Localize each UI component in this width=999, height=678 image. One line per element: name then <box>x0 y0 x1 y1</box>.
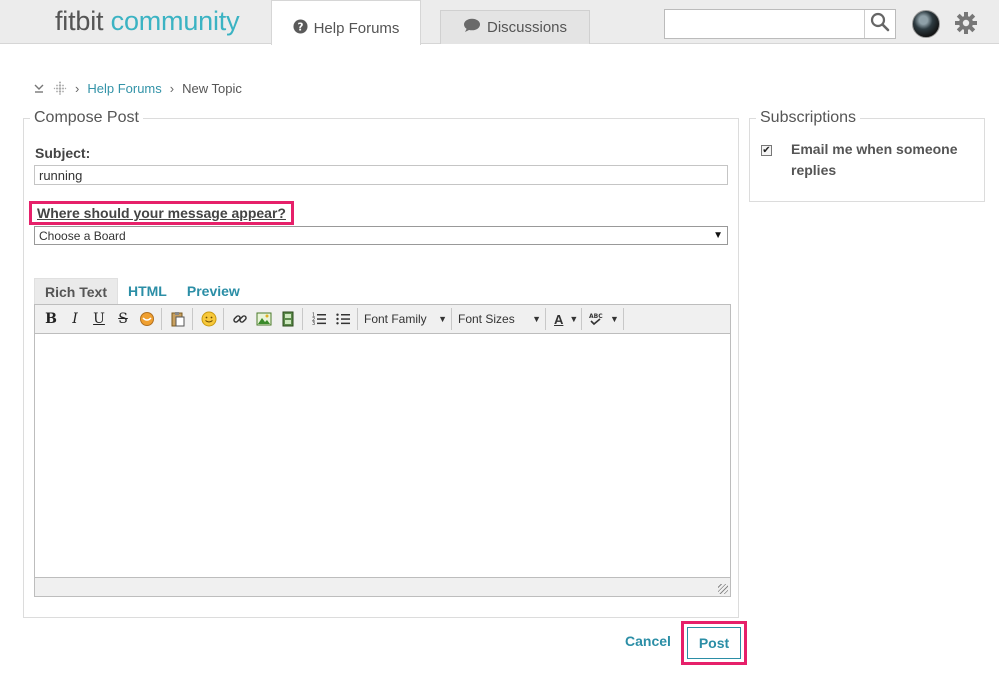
font-family-label: Font Family <box>364 312 427 326</box>
font-sizes-label: Font Sizes <box>458 312 515 326</box>
fitbit-community-logo[interactable]: fitbit community <box>55 6 240 37</box>
numbered-list-button[interactable]: 123 <box>307 308 331 330</box>
caret-down-icon: ▼ <box>438 314 447 324</box>
settings-gear-icon[interactable] <box>954 11 978 35</box>
paste-button[interactable] <box>166 308 190 330</box>
numbered-list-icon: 123 <box>312 313 326 327</box>
tab-html[interactable]: HTML <box>118 278 177 304</box>
tab-help-forums-label: Help Forums <box>313 19 400 37</box>
resize-grip-icon[interactable] <box>718 584 728 594</box>
tab-discussions[interactable]: Discussions <box>440 10 590 44</box>
checkmark-icon: ✔ <box>762 144 771 156</box>
tab-discussions-label: Discussions <box>486 19 568 36</box>
format-group: B I U S <box>37 308 162 330</box>
bullet-list-icon <box>336 313 350 325</box>
emoticon-button[interactable] <box>197 308 221 330</box>
emoji-group <box>195 308 224 330</box>
question-circle-icon: ? <box>293 18 308 38</box>
search-icon <box>870 12 890 37</box>
breadcrumb-current-page: New Topic <box>182 80 242 96</box>
editor-status-bar <box>34 577 731 597</box>
film-icon <box>282 311 294 327</box>
bold-button[interactable]: B <box>39 308 63 330</box>
collapse-arrow-icon[interactable] <box>33 82 45 94</box>
logo-text-community: community <box>110 6 240 36</box>
spellcheck-icon: ABC <box>589 313 603 326</box>
post-button-highlight: Post <box>681 621 747 665</box>
search-input[interactable] <box>665 10 865 38</box>
email-notify-label: Email me when someone replies <box>791 141 958 178</box>
text-color-icon: A <box>554 311 564 327</box>
clipboard-icon <box>171 312 185 327</box>
search-button[interactable] <box>867 12 893 36</box>
caret-down-icon: ▼ <box>610 314 619 324</box>
link-icon <box>233 315 247 323</box>
top-bar: fitbit community ? Help Forums Discussio… <box>0 0 999 45</box>
text-color-dropdown[interactable]: A ▼ <box>548 308 582 330</box>
user-avatar[interactable] <box>912 10 940 38</box>
chevron-right-icon: › <box>75 80 80 96</box>
rich-text-editor-area[interactable] <box>34 334 731 578</box>
subscriptions-legend: Subscriptions <box>756 109 861 127</box>
post-button[interactable]: Post <box>687 627 741 659</box>
svg-text:ABC: ABC <box>589 313 603 320</box>
dropdown-arrow-icon: ▼ <box>713 230 723 241</box>
search-box <box>664 9 896 39</box>
italic-button[interactable]: I <box>63 308 87 330</box>
fitbit-dots-icon[interactable] <box>53 81 67 95</box>
caret-down-icon: ▼ <box>569 314 579 324</box>
insert-video-button[interactable] <box>276 308 300 330</box>
logo-text-fitbit: fitbit <box>55 6 104 36</box>
paste-group <box>164 308 193 330</box>
spellcheck-dropdown[interactable]: ABC ▼ <box>584 308 624 330</box>
board-select[interactable]: Choose a Board ▼ <box>34 226 728 245</box>
svg-text:?: ? <box>297 21 303 33</box>
underline-button[interactable]: U <box>87 308 111 330</box>
tab-help-forums[interactable]: ? Help Forums <box>271 0 421 45</box>
board-select-value: Choose a Board <box>39 228 126 243</box>
caret-down-icon: ▼ <box>532 314 541 324</box>
image-icon <box>256 312 272 326</box>
insert-group <box>226 308 303 330</box>
breadcrumb: › Help Forums › New Topic <box>33 79 242 97</box>
editor-toolbar: B I U S 1 2 3 Font Family ▼ Font Sizes ▼… <box>34 304 731 334</box>
breadcrumb-help-forums-link[interactable]: Help Forums <box>87 81 161 96</box>
email-notify-checkbox[interactable]: ✔ <box>761 145 772 156</box>
board-location-label: Where should your message appear? <box>29 201 294 225</box>
svg-text:3: 3 <box>312 321 315 327</box>
compose-post-legend: Compose Post <box>30 109 143 127</box>
smiley-icon <box>201 311 217 327</box>
subscriptions-panel: Subscriptions ✔ Email me when someone re… <box>749 109 985 202</box>
spoiler-icon <box>140 312 154 326</box>
insert-link-button[interactable] <box>228 308 252 330</box>
tab-rich-text[interactable]: Rich Text <box>34 278 118 304</box>
compose-post-panel: Compose Post Subject: Where should your … <box>23 109 739 618</box>
spoiler-button[interactable] <box>135 308 159 330</box>
chevron-right-icon: › <box>169 80 175 96</box>
editor-tabs: Rich Text HTML Preview <box>34 278 250 304</box>
subject-input[interactable] <box>34 165 728 185</box>
speech-bubble-icon <box>463 18 481 37</box>
cancel-button[interactable]: Cancel <box>625 633 671 649</box>
subject-label: Subject: <box>35 145 91 161</box>
tab-preview[interactable]: Preview <box>177 278 250 304</box>
insert-image-button[interactable] <box>252 308 276 330</box>
font-sizes-dropdown[interactable]: Font Sizes ▼ <box>454 308 546 330</box>
list-group: 123 <box>305 308 358 330</box>
bullet-list-button[interactable] <box>331 308 355 330</box>
font-family-dropdown[interactable]: Font Family ▼ <box>360 308 452 330</box>
strikethrough-button[interactable]: S <box>111 308 135 330</box>
